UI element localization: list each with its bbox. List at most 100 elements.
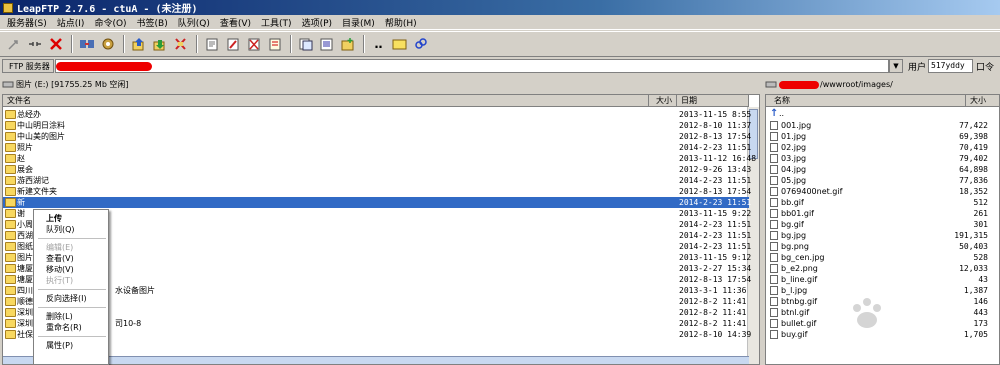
table-row[interactable]: 图片 2013-11-15 9:12 xyxy=(3,252,751,263)
table-row[interactable]: 谢 2013-11-15 9:22 xyxy=(3,208,751,219)
table-row[interactable]: 社保 2012-8-10 14:39 xyxy=(3,329,751,340)
context-menu-item[interactable]: 查看(V) xyxy=(46,253,74,264)
table-row[interactable]: bg.gif 301 xyxy=(766,219,999,230)
queue-icon[interactable] xyxy=(296,35,315,54)
link-icon[interactable] xyxy=(411,35,430,54)
new-folder-icon[interactable] xyxy=(338,35,357,54)
table-row[interactable]: 游西湖记 2014-2-23 11:51 xyxy=(3,175,751,186)
file-icon xyxy=(770,286,778,295)
table-row[interactable]: 顺德 2012-8-2 11:41 xyxy=(3,296,749,307)
table-row[interactable]: 西湖 2014-2-23 11:51 xyxy=(3,230,751,241)
table-row[interactable]: 赵 2013-11-12 16:48 xyxy=(3,153,756,164)
view-icon[interactable] xyxy=(317,35,336,54)
table-row[interactable]: 02.jpg 70,419 xyxy=(766,142,999,153)
table-row[interactable]: bg_cen.jpg 528 xyxy=(766,252,999,263)
table-row[interactable]: b_l.jpg 1,387 xyxy=(766,285,999,296)
table-row[interactable]: 05.jpg 77,836 xyxy=(766,175,999,186)
file-date: 2012-8-13 17:54 xyxy=(679,132,752,141)
delete-icon[interactable] xyxy=(244,35,263,54)
context-menu-item[interactable]: 上传 xyxy=(46,213,62,224)
table-row[interactable]: 图纸 2014-2-23 11:51 xyxy=(3,241,751,252)
table-row[interactable]: 001.jpg 77,422 xyxy=(766,120,999,131)
table-row[interactable]: buy.gif 1,705 xyxy=(766,329,999,340)
chevron-down-icon[interactable]: ▼ xyxy=(889,59,903,73)
file-name: 图片 xyxy=(17,253,33,262)
table-row[interactable]: 新建文件夹 2012-8-13 17:54 xyxy=(3,186,751,197)
table-row[interactable]: 0769400net.gif 18,352 xyxy=(766,186,999,197)
table-row[interactable]: 01.jpg 69,398 xyxy=(766,131,999,142)
file-size: 146 xyxy=(973,297,988,306)
file-icon xyxy=(770,242,778,251)
edit-icon[interactable] xyxy=(223,35,242,54)
context-menu-item[interactable]: 移动(V) xyxy=(46,264,74,275)
table-row[interactable]: 四川 水设备图片 2013-3-1 11:36 xyxy=(3,285,749,296)
table-row[interactable]: btnl.gif 443 xyxy=(766,307,999,318)
menu-item[interactable]: 命令(O) xyxy=(89,16,131,29)
menu-item[interactable]: 查看(V) xyxy=(215,16,256,29)
connect-icon[interactable] xyxy=(4,35,23,54)
col-header-size[interactable]: 大小 xyxy=(649,95,677,107)
parent-dir-row[interactable]: ↑ .. xyxy=(766,108,999,119)
menu-item[interactable]: 选项(P) xyxy=(297,16,337,29)
menu-item[interactable]: 书签(B) xyxy=(132,16,173,29)
context-menu-item[interactable]: 属性(P) xyxy=(46,340,73,351)
ftp-server-input[interactable] xyxy=(55,59,889,73)
menu-item[interactable]: 目录(M) xyxy=(337,16,380,29)
table-row[interactable]: 塘厦 2012-8-13 17:54 xyxy=(3,274,751,285)
upload-icon[interactable] xyxy=(129,35,148,54)
settings-icon[interactable] xyxy=(98,35,117,54)
remote-path-bar: /wwwroot/images/ xyxy=(765,78,1000,91)
col-header-size[interactable]: 大小 xyxy=(966,95,999,107)
open-folder-icon[interactable] xyxy=(390,35,409,54)
table-row[interactable]: 中山明日涂料 2012-8-10 11:37 xyxy=(3,120,751,131)
table-row[interactable]: b_e2.png 12,033 xyxy=(766,263,999,274)
context-menu-item[interactable]: 重命名(R) xyxy=(46,322,82,333)
col-header-name[interactable]: 文件名 xyxy=(3,95,649,107)
remote-file-list[interactable]: 名称 大小 ↑ .. 001.jpg 77,422 01.jpg 69,398 02.j… xyxy=(765,94,1000,365)
file-size: 191,315 xyxy=(954,231,988,240)
context-menu-item[interactable]: 删除(L) xyxy=(46,311,73,322)
table-row[interactable]: bullet.gif 173 xyxy=(766,318,999,329)
table-row[interactable]: b_line.gif 43 xyxy=(766,274,999,285)
context-menu-item[interactable]: 队列(Q) xyxy=(46,224,75,235)
download-icon[interactable] xyxy=(150,35,169,54)
table-row[interactable]: bg.png 50,403 xyxy=(766,241,999,252)
table-row[interactable]: 深圳 司10-8 2012-8-2 11:41 xyxy=(3,318,749,329)
table-row[interactable]: 04.jpg 64,898 xyxy=(766,164,999,175)
user-input[interactable]: 517yddy xyxy=(928,59,973,73)
col-header-date[interactable]: 日期 xyxy=(677,95,749,107)
table-row[interactable]: 展会 2012-9-26 13:43 xyxy=(3,164,751,175)
file-date: 2013-11-12 16:48 xyxy=(679,154,757,163)
properties-icon[interactable] xyxy=(265,35,284,54)
abort-icon[interactable] xyxy=(46,35,65,54)
menu-item[interactable]: 帮助(H) xyxy=(380,16,422,29)
table-row[interactable]: bb01.gif 261 xyxy=(766,208,999,219)
redaction-mark xyxy=(779,80,819,89)
cut-icon[interactable] xyxy=(171,35,190,54)
local-file-list[interactable]: 文件名 大小 日期 总经办 2013-11-15 8:55 中山明日涂料 2012-8… xyxy=(2,94,760,365)
table-row[interactable]: 照片 2014-2-23 11:51 xyxy=(3,142,751,153)
file-name: 展会 xyxy=(17,165,33,174)
table-row[interactable]: 深圳 2012-8-2 11:41 xyxy=(3,307,749,318)
table-row[interactable]: bg.jpg 191,315 xyxy=(766,230,999,241)
table-row[interactable]: 新 2014-2-23 11:51 xyxy=(3,197,751,208)
table-row[interactable]: 03.jpg 79,402 xyxy=(766,153,999,164)
site-manager-icon[interactable] xyxy=(77,35,96,54)
menu-item[interactable]: 工具(T) xyxy=(256,16,297,29)
local-hscrollbar[interactable] xyxy=(3,356,749,364)
menu-item[interactable]: 站点(I) xyxy=(52,16,90,29)
col-header-name[interactable]: 名称 xyxy=(766,95,966,107)
table-row[interactable]: 小周 2014-2-23 11:51 xyxy=(3,219,751,230)
disconnect-icon[interactable] xyxy=(25,35,44,54)
menu-item[interactable]: 队列(Q) xyxy=(173,16,215,29)
table-row[interactable]: bb.gif 512 xyxy=(766,197,999,208)
table-row[interactable]: 塘厦 2013-2-27 15:34 xyxy=(3,263,751,274)
menu-item[interactable]: 服务器(S) xyxy=(2,16,52,29)
table-row[interactable]: 总经办 2013-11-15 8:55 xyxy=(3,109,751,120)
refresh-icon[interactable] xyxy=(202,35,221,54)
table-row[interactable]: btnbg.gif 146 xyxy=(766,296,999,307)
context-menu-item[interactable]: 反向选择(I) xyxy=(46,293,87,304)
file-icon xyxy=(770,165,778,174)
parent-dir-icon[interactable]: ‥ xyxy=(369,35,388,54)
table-row[interactable]: 中山美的图片 2012-8-13 17:54 xyxy=(3,131,752,142)
